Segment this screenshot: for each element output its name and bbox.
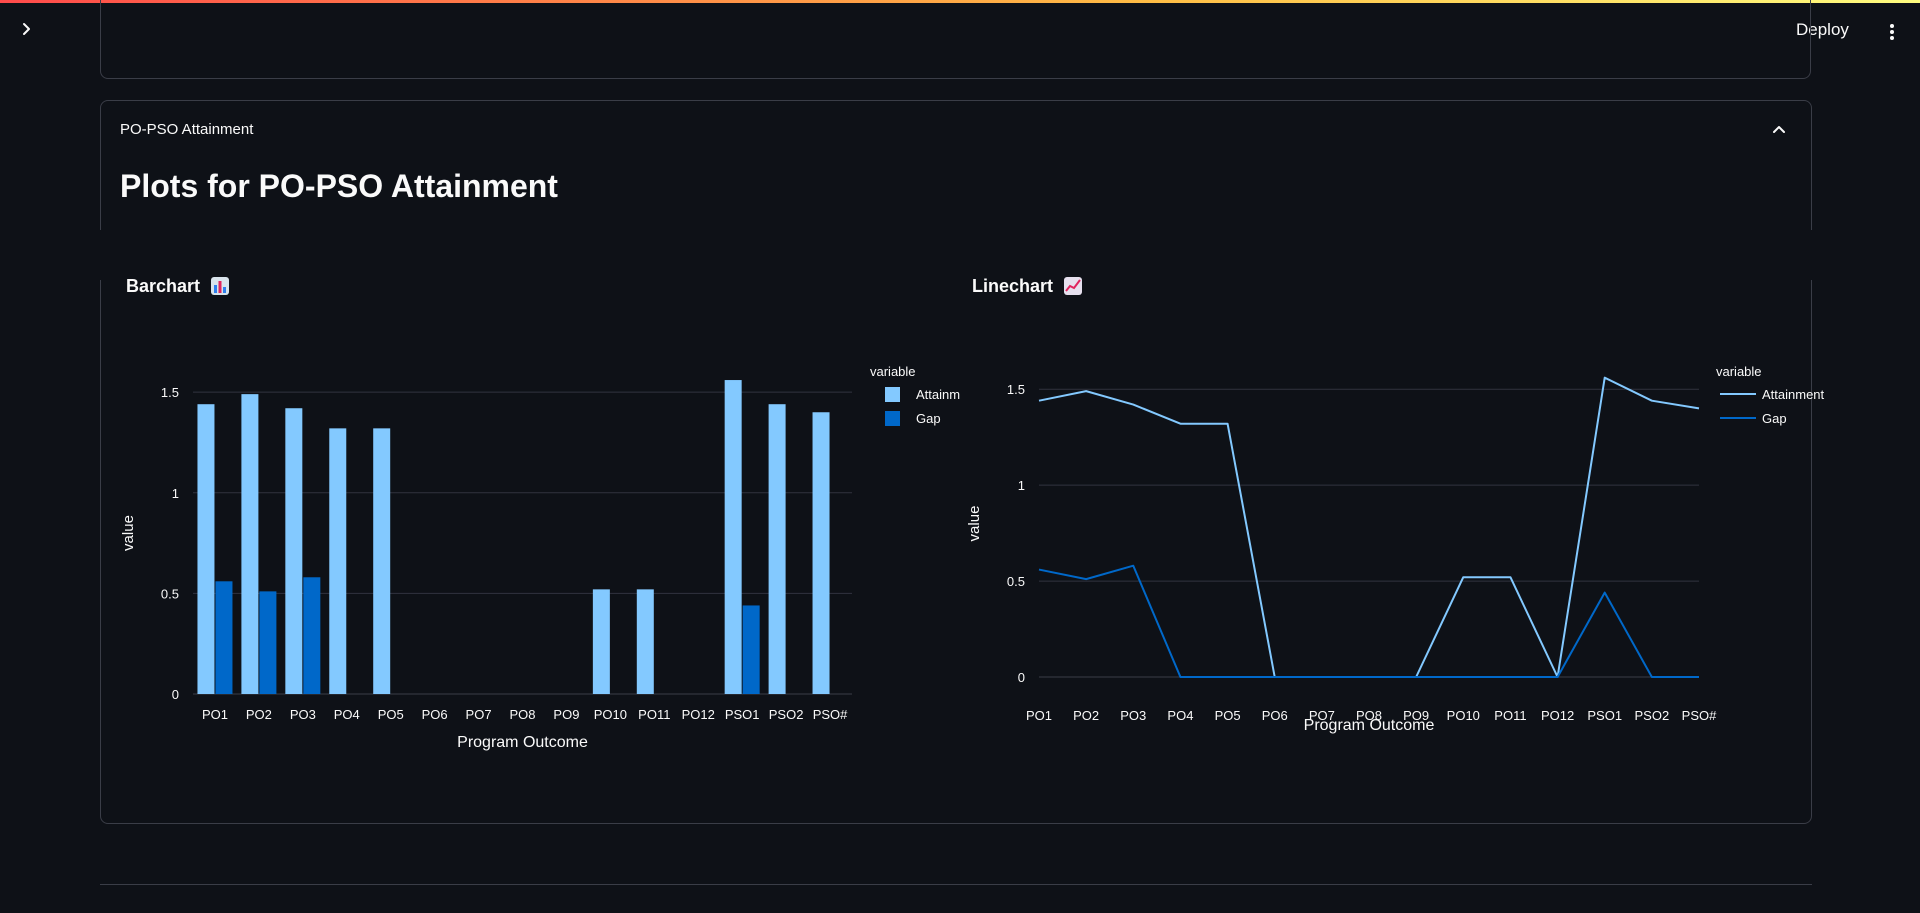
y-tick-label: 1 [172,486,179,501]
bar-attainment [285,408,303,694]
bar-attainment [241,394,259,694]
y-tick-label: 1.5 [1007,382,1025,397]
x-tick-label: PSO2 [769,707,804,722]
bar-attainment [812,412,830,694]
y-tick-label: 1 [1018,478,1025,493]
x-tick-label: PO9 [553,707,579,722]
x-tick-label: PO7 [466,707,492,722]
bar-attainment [329,428,347,694]
x-tick-label: PO9 [1403,708,1429,723]
y-tick-label: 1.5 [161,385,179,400]
x-tick-label: PSO# [1682,708,1717,723]
legend-label: Gap [916,411,941,426]
bar-attainment [724,380,742,694]
x-tick-label: PO2 [246,707,272,722]
legend-swatch [885,411,900,426]
legend-label: Gap [1762,411,1787,426]
x-tick-label: PO12 [1541,708,1574,723]
bar-gap [259,591,277,694]
line-attainment [1038,376,1700,678]
x-tick-label: PO6 [1262,708,1288,723]
x-tick-label: PO2 [1073,708,1099,723]
x-tick-label: PO1 [202,707,228,722]
x-tick-label: PO12 [682,707,715,722]
x-tick-label: PO4 [1167,708,1193,723]
x-tick-label: PO10 [594,707,627,722]
bar-attainment [373,428,391,694]
x-tick-label: PO8 [1356,708,1382,723]
y-tick-label: 0.5 [161,586,179,601]
bar-attainment [592,589,610,694]
legend-title: variable [1716,364,1762,379]
x-tick-label: PO1 [1026,708,1052,723]
x-axis-title: Program Outcome [457,734,588,751]
legend-title: variable [870,364,916,379]
bar-gap [742,605,760,694]
bar-gap [215,581,233,694]
y-tick-label: 0 [172,687,179,702]
x-tick-label: PO6 [422,707,448,722]
legend-label: Attainm [916,387,960,402]
x-tick-label: PO5 [1215,708,1241,723]
x-tick-label: PO3 [1120,708,1146,723]
y-tick-label: 0.5 [1007,574,1025,589]
y-tick-label: 0 [1018,670,1025,685]
x-tick-label: PSO1 [725,707,760,722]
bar-attainment [636,589,654,694]
y-axis-title: value [120,515,137,551]
x-tick-label: PO10 [1447,708,1480,723]
bar-attainment [768,404,786,694]
x-tick-label: PO3 [290,707,316,722]
x-tick-label: PSO1 [1587,708,1622,723]
legend-label: Attainment [1762,387,1825,402]
y-axis-title: value [966,506,983,542]
x-tick-label: PO8 [509,707,535,722]
barchart-plot[interactable]: 00.511.5Program OutcomevaluevariableAtta… [0,0,1920,913]
x-tick-label: PO11 [1494,708,1526,723]
section-divider [100,884,1812,885]
bar-gap [303,577,321,694]
legend-swatch [885,387,900,402]
line-gap [1038,564,1699,678]
x-tick-label: PO4 [334,707,360,722]
x-tick-label: PO7 [1309,708,1335,723]
x-tick-label: PSO2 [1635,708,1670,723]
x-tick-label: PO11 [638,707,670,722]
x-tick-label: PO5 [378,707,404,722]
x-tick-label: PSO# [813,707,848,722]
bar-attainment [197,404,215,694]
